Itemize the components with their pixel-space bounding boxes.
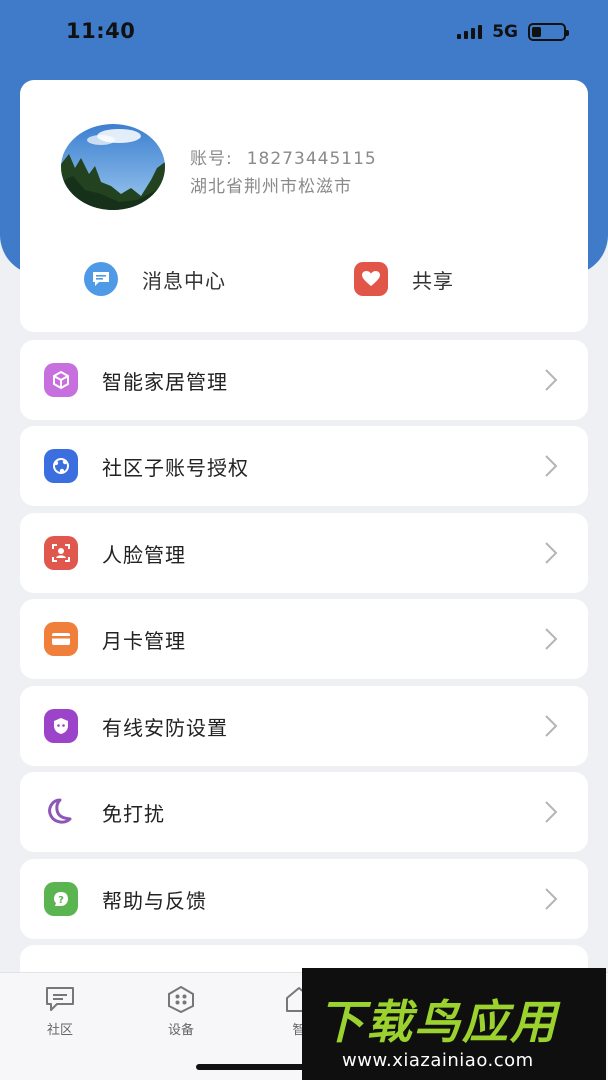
status-indicators: 5G <box>457 22 569 42</box>
status-time: 11:40 <box>66 19 136 43</box>
battery-level <box>532 27 541 37</box>
chat-icon <box>46 987 74 1011</box>
tab-label: 社区 <box>46 1023 73 1038</box>
tab-community[interactable]: 社区 <box>25 985 95 1038</box>
watermark-url: www.xiazainiao.com <box>342 1050 534 1071</box>
menu-item-help-feedback[interactable]: ? 帮助与反馈 <box>20 859 588 939</box>
chevron-right-icon <box>545 888 558 910</box>
tab-label: 设备 <box>167 1023 194 1038</box>
menu-label: 人脸管理 <box>102 542 186 567</box>
signal-icon <box>457 25 483 39</box>
share-label: 共享 <box>412 268 454 293</box>
help-icon: ? <box>44 882 78 916</box>
menu-label: 有线安防设置 <box>102 715 228 740</box>
watermark-title: 下载鸟应用 <box>318 995 558 1049</box>
menu-item-wired-security[interactable]: 有线安防设置 <box>20 686 588 766</box>
avatar[interactable] <box>61 124 165 210</box>
menu-item-sub-account[interactable]: 社区子账号授权 <box>20 426 588 506</box>
network-type: 5G <box>492 22 518 42</box>
card-icon <box>44 622 78 656</box>
menu-item-do-not-disturb[interactable]: 免打扰 <box>20 772 588 852</box>
menu-item-monthly-card[interactable]: 月卡管理 <box>20 599 588 679</box>
menu-label: 社区子账号授权 <box>102 455 249 480</box>
chevron-right-icon <box>545 801 558 823</box>
account-number: 18273445115 <box>246 149 377 169</box>
address: 湖北省荆州市松滋市 <box>190 177 352 197</box>
network-icon <box>44 449 78 483</box>
shield-icon <box>44 709 78 743</box>
chevron-right-icon <box>545 369 558 391</box>
chevron-right-icon <box>545 628 558 650</box>
menu-item-face[interactable]: 人脸管理 <box>20 513 588 593</box>
face-icon <box>44 536 78 570</box>
message-center-label: 消息中心 <box>142 268 226 293</box>
menu-label: 智能家居管理 <box>102 369 228 394</box>
battery-icon <box>528 23 569 41</box>
svg-text:?: ? <box>58 895 64 906</box>
share-button[interactable]: 共享 <box>354 262 454 296</box>
profile-card: 账号: 18273445115 湖北省荆州市松滋市 消息中心 共享 <box>20 80 588 332</box>
heart-icon <box>354 262 388 296</box>
message-icon <box>84 262 118 296</box>
devices-icon <box>168 985 194 1013</box>
moon-icon <box>44 795 78 829</box>
chevron-right-icon <box>545 715 558 737</box>
account-line: 账号: 18273445115 <box>190 144 377 169</box>
watermark-logo: 下载鸟应用 www.xiazainiao.com <box>302 968 606 1080</box>
menu-label: 免打扰 <box>102 801 165 826</box>
menu-label: 月卡管理 <box>102 628 186 653</box>
status-bar: 11:40 5G <box>0 0 608 66</box>
chevron-right-icon <box>545 455 558 477</box>
menu-item-smart-home[interactable]: 智能家居管理 <box>20 340 588 420</box>
menu-label: 帮助与反馈 <box>102 888 207 913</box>
message-center-button[interactable]: 消息中心 <box>84 262 226 296</box>
account-label: 账号: <box>190 149 233 169</box>
cube-icon <box>44 363 78 397</box>
tab-devices[interactable]: 设备 <box>146 985 216 1038</box>
chevron-right-icon <box>545 542 558 564</box>
